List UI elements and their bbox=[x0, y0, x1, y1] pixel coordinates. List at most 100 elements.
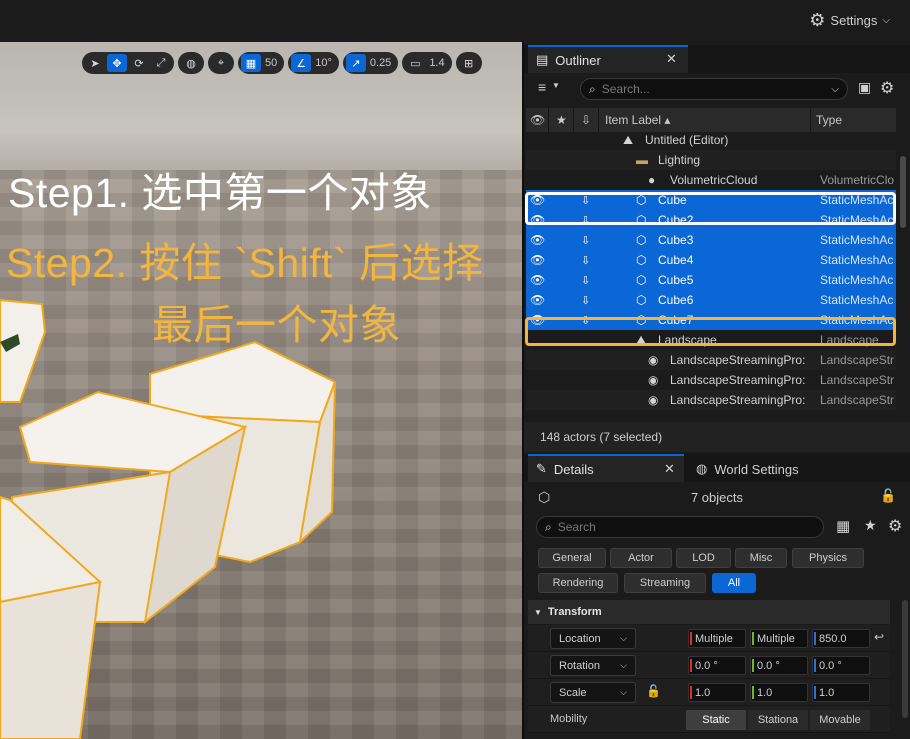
details-scrollbar[interactable] bbox=[902, 600, 908, 718]
outliner-row[interactable]: ◉ LandscapeStreamingPro: LandscapeStr bbox=[526, 390, 896, 410]
scale-mode-icon[interactable]: ⤢ bbox=[151, 54, 171, 72]
camera-speed-value[interactable]: 1.4 bbox=[427, 57, 448, 69]
outliner-scrollbar[interactable] bbox=[900, 156, 906, 228]
select-mode-icon[interactable]: ➤ bbox=[85, 54, 105, 72]
camera-speed-group[interactable]: ▭ 1.4 bbox=[402, 52, 452, 74]
item-label: Cube6 bbox=[658, 293, 694, 307]
type-column[interactable]: Type bbox=[816, 108, 842, 132]
first-selection-highlight bbox=[525, 192, 896, 225]
close-icon[interactable]: ✕ bbox=[666, 51, 677, 67]
outliner-row[interactable]: 👁 ⇩ ⬡ Cube4 StaticMeshAc bbox=[526, 250, 896, 270]
visibility-eye-icon[interactable]: 👁 bbox=[530, 273, 545, 287]
coordinate-space-toggle[interactable]: ◍ bbox=[178, 52, 204, 74]
rotation-row: Rotation ⌵ 0.0 ° 0.0 ° 0.0 ° bbox=[528, 652, 890, 679]
close-icon[interactable]: ✕ bbox=[664, 461, 675, 477]
world-space-icon[interactable]: ◍ bbox=[181, 54, 201, 72]
tab-outliner[interactable]: ▤ Outliner bbox=[528, 45, 688, 73]
reset-arrow-icon[interactable]: ↩ bbox=[874, 630, 884, 644]
filter-streaming[interactable]: Streaming bbox=[624, 573, 706, 593]
tab-world-settings[interactable]: ◍ World Settings bbox=[688, 454, 838, 482]
scale-snap-group[interactable]: ↗ 0.25 bbox=[342, 52, 399, 74]
rotation-x-field[interactable]: 0.0 ° bbox=[688, 656, 746, 675]
level-viewport[interactable]: ➤ ✥ ⟳ ⤢ ◍ ⌖ ▦ 50 ∠ 10° ↗ 0.25 ▭ 1.4 ⊞ St… bbox=[0, 42, 522, 739]
location-z-field[interactable]: 850.0 bbox=[812, 629, 870, 648]
gear-icon[interactable]: ⚙ bbox=[888, 516, 902, 536]
outliner-row[interactable]: ⛰ Untitled (Editor) bbox=[526, 134, 896, 150]
outliner-row[interactable]: 👁 ⇩ ⬡ Cube5 StaticMeshAc bbox=[526, 270, 896, 290]
chevron-down-icon: ▼ bbox=[534, 607, 542, 617]
cube-mesh[interactable] bbox=[0, 298, 47, 403]
rotate-mode-icon[interactable]: ⟳ bbox=[129, 54, 149, 72]
pin-icon[interactable]: ⇩ bbox=[581, 254, 590, 267]
star-icon[interactable]: ★ bbox=[864, 517, 877, 534]
rotate-snap-icon[interactable]: ∠ bbox=[291, 54, 312, 72]
lock-icon[interactable]: 🔓 bbox=[880, 488, 896, 504]
selected-cubes[interactable] bbox=[0, 42, 522, 739]
visibility-eye-icon[interactable]: 👁 bbox=[530, 253, 545, 267]
outliner-row[interactable]: ● VolumetricCloud VolumetricClo bbox=[526, 170, 896, 190]
unlock-ratio-icon[interactable]: 🔓 bbox=[646, 684, 661, 698]
location-mode-dropdown[interactable]: Location ⌵ bbox=[550, 628, 636, 649]
outliner-row[interactable]: ▬ Lighting bbox=[526, 150, 896, 170]
visibility-eye-icon[interactable]: 👁 bbox=[530, 293, 545, 307]
filter-actor[interactable]: Actor bbox=[610, 548, 672, 568]
grid-snap-icon[interactable]: ▦ bbox=[241, 54, 261, 72]
mobility-option-stationa[interactable]: Stationa bbox=[748, 710, 808, 730]
scale-y-field[interactable]: 1.0 bbox=[750, 683, 808, 702]
rotation-y-field[interactable]: 0.0 ° bbox=[750, 656, 808, 675]
outliner-row[interactable]: 👁 ⇩ ⬡ Cube6 StaticMeshAc bbox=[526, 290, 896, 310]
rotation-z-field[interactable]: 0.0 ° bbox=[812, 656, 870, 675]
gear-icon[interactable]: ⚙ bbox=[880, 78, 894, 98]
layout-toggle[interactable]: ⊞ bbox=[455, 52, 482, 74]
outliner-row[interactable]: ◉ LandscapeStreamingPro: LandscapeStr bbox=[526, 350, 896, 370]
filter-misc[interactable]: Misc bbox=[735, 548, 787, 568]
table-view-icon[interactable]: ▦ bbox=[836, 517, 850, 535]
filter-rendering[interactable]: Rendering bbox=[538, 573, 618, 593]
rotation-mode-dropdown[interactable]: Rotation ⌵ bbox=[550, 655, 636, 676]
item-label-column[interactable]: Item Label ▴ bbox=[605, 108, 670, 132]
actor-count-status: 148 actors (7 selected) bbox=[524, 422, 910, 452]
grid-snap-group[interactable]: ▦ 50 bbox=[238, 52, 285, 74]
filter-general[interactable]: General bbox=[538, 548, 606, 568]
outliner-search-input[interactable]: ⌕ Search... ⌵ bbox=[580, 78, 848, 100]
mobility-option-static[interactable]: Static bbox=[686, 710, 746, 730]
filter-physics[interactable]: Physics bbox=[792, 548, 864, 568]
add-folder-icon[interactable]: ▣ bbox=[858, 79, 871, 96]
location-x-field[interactable]: Multiple bbox=[688, 629, 746, 648]
pin-icon[interactable]: ⇩ bbox=[581, 294, 590, 307]
pin-column-icon[interactable]: ⇩ bbox=[581, 108, 591, 132]
scale-mode-dropdown[interactable]: Scale ⌵ bbox=[550, 682, 636, 703]
scale-snap-icon[interactable]: ↗ bbox=[345, 54, 366, 72]
scale-z-field[interactable]: 1.0 bbox=[812, 683, 870, 702]
pin-icon[interactable]: ⇩ bbox=[581, 274, 590, 287]
chevron-down-icon[interactable]: ⌵ bbox=[831, 84, 839, 95]
outliner-row[interactable]: 👁 ⇩ ⬡ Cube3 StaticMeshAc bbox=[526, 230, 896, 250]
viewport-layout-icon[interactable]: ⊞ bbox=[459, 54, 479, 72]
visibility-column-icon[interactable]: 👁 bbox=[530, 108, 545, 132]
cube-icon: ⬡ bbox=[636, 253, 647, 267]
scale-snap-value[interactable]: 0.25 bbox=[368, 57, 395, 69]
rotate-snap-value[interactable]: 10° bbox=[313, 57, 336, 69]
scale-x-field[interactable]: 1.0 bbox=[688, 683, 746, 702]
filter-lod[interactable]: LOD bbox=[676, 548, 731, 568]
chevron-down-icon[interactable]: ▼ bbox=[552, 81, 560, 90]
visibility-eye-icon[interactable]: 👁 bbox=[530, 233, 545, 247]
outliner-row[interactable]: ◉ LandscapeStreamingPro: LandscapeStr bbox=[526, 370, 896, 390]
surface-snap-toggle[interactable]: ⌖ bbox=[208, 52, 234, 74]
tab-details[interactable]: ✎ Details bbox=[528, 454, 684, 482]
mobility-option-movable[interactable]: Movable bbox=[810, 710, 870, 730]
camera-icon[interactable]: ▭ bbox=[405, 54, 425, 72]
details-search-input[interactable]: ⌕ Search bbox=[536, 516, 824, 538]
translate-mode-icon[interactable]: ✥ bbox=[107, 54, 127, 72]
tab-world-settings-label: World Settings bbox=[714, 461, 799, 477]
pin-icon[interactable]: ⇩ bbox=[581, 234, 590, 247]
settings-button[interactable]: ⚙ Settings ⌵ bbox=[809, 10, 890, 31]
location-y-field[interactable]: Multiple bbox=[750, 629, 808, 648]
filter-icon[interactable]: ≡ bbox=[538, 79, 546, 95]
rotate-snap-group[interactable]: ∠ 10° bbox=[288, 52, 339, 74]
favorite-column-icon[interactable]: ★ bbox=[556, 108, 567, 132]
surface-snap-icon[interactable]: ⌖ bbox=[211, 54, 231, 72]
grid-snap-value[interactable]: 50 bbox=[263, 57, 281, 69]
transform-category-header[interactable]: ▼ Transform bbox=[528, 600, 890, 624]
filter-all[interactable]: All bbox=[712, 573, 756, 593]
